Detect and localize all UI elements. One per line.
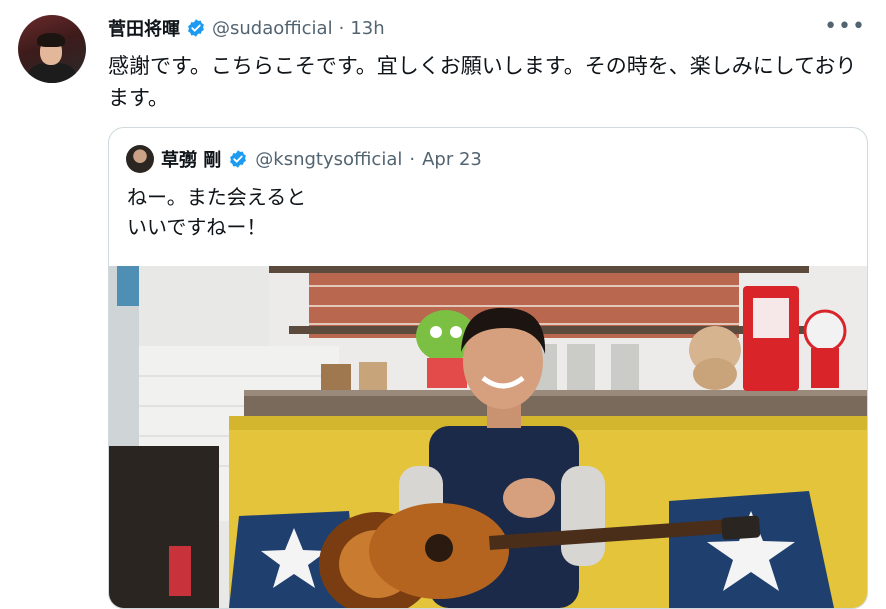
quoted-date[interactable]: Apr 23 — [422, 149, 482, 170]
tweet-timestamp[interactable]: 13h — [350, 18, 384, 39]
quoted-meta-separator: · — [409, 148, 416, 170]
quoted-handle[interactable]: @ksngtysofficial — [255, 149, 402, 170]
quoted-text-line-2: いいですねー！ — [127, 215, 267, 239]
quoted-verified-badge-icon — [230, 150, 247, 168]
video-thumbnail-illustration — [109, 266, 867, 608]
tweet-text: 感謝です。こちらこそです。宜しくお願いします。その時を、楽しみにしております。 — [108, 54, 857, 110]
author-avatar[interactable] — [18, 15, 86, 83]
author-display-name[interactable]: 菅田将暉 — [108, 15, 180, 41]
quoted-media-video-thumbnail[interactable] — [109, 266, 867, 608]
avatar-body — [28, 63, 76, 83]
author-handle[interactable]: @sudaofficial — [212, 18, 333, 39]
quoted-display-name[interactable]: 草彅 剛 — [161, 146, 221, 172]
quoted-tweet-header: 草彅 剛 @ksngtysofficial · Apr 23 — [126, 145, 482, 173]
quoted-author-avatar[interactable] — [126, 145, 154, 173]
tweet-header: 菅田将暉 @sudaofficial · 13h — [108, 15, 385, 41]
quoted-tweet[interactable]: 草彅 剛 @ksngtysofficial · Apr 23 ねー。また会えると… — [108, 127, 868, 609]
more-options-icon[interactable]: ••• — [824, 14, 866, 39]
avatar-hair — [37, 33, 65, 47]
verified-badge-icon — [188, 19, 204, 37]
quoted-text-line-1: ねー。また会えると — [127, 185, 307, 209]
meta-separator: · — [338, 17, 345, 39]
quoted-tweet-text: ねー。また会えると いいですねー！ — [127, 182, 306, 242]
